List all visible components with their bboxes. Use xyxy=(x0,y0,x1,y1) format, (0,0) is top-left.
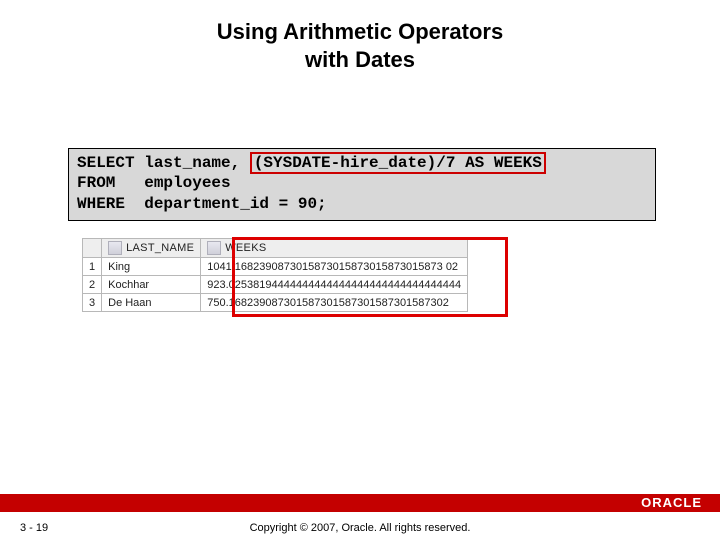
col-weeks-label: WEEKS xyxy=(225,242,266,254)
slide-title: Using Arithmetic Operators with Dates xyxy=(0,0,720,73)
cell-weeks: 1041.1682390873015873015873015873015873 … xyxy=(201,258,468,276)
row-number: 2 xyxy=(83,276,102,294)
oracle-logo: ORACLE xyxy=(641,494,702,512)
table-row: 1 King 1041.1682390873015873015873015873… xyxy=(83,258,468,276)
column-icon xyxy=(207,241,221,255)
table-row: 2 Kochhar 923.02538194444444444444444444… xyxy=(83,276,468,294)
cell-last-name: Kochhar xyxy=(102,276,201,294)
column-icon xyxy=(108,241,122,255)
row-number: 1 xyxy=(83,258,102,276)
header-row: LAST_NAME WEEKS xyxy=(83,239,468,258)
title-line-2: with Dates xyxy=(305,47,415,72)
row-number: 3 xyxy=(83,294,102,312)
cell-weeks: 923.025381944444444444444444444444444444… xyxy=(201,276,468,294)
code-highlight-expression: (SYSDATE-hire_date)/7 AS WEEKS xyxy=(250,152,546,174)
kw-select: SELECT xyxy=(77,154,135,172)
footer-bar: ORACLE xyxy=(0,494,720,512)
sql-code-box: SELECT last_name, (SYSDATE-hire_date)/7 … xyxy=(68,148,656,221)
copyright-text: Copyright © 2007, Oracle. All rights res… xyxy=(0,522,720,534)
code-after-select: last_name, xyxy=(135,154,250,172)
col-weeks: WEEKS xyxy=(201,239,468,258)
blank-header xyxy=(83,239,102,258)
table-row: 3 De Haan 750.16823908730158730158730158… xyxy=(83,294,468,312)
code-line-2: FROM employees xyxy=(77,174,231,192)
cell-weeks: 750.168239087301587301587301587301587302 xyxy=(201,294,468,312)
col-last-name: LAST_NAME xyxy=(102,239,201,258)
result-grid: LAST_NAME WEEKS 1 King 1041.168239087301… xyxy=(82,238,468,312)
code-line-3: WHERE department_id = 90; xyxy=(77,195,327,213)
result-table: LAST_NAME WEEKS 1 King 1041.168239087301… xyxy=(82,238,468,312)
col-last-name-label: LAST_NAME xyxy=(126,242,194,254)
cell-last-name: King xyxy=(102,258,201,276)
slide: Using Arithmetic Operators with Dates SE… xyxy=(0,0,720,540)
cell-last-name: De Haan xyxy=(102,294,201,312)
title-line-1: Using Arithmetic Operators xyxy=(217,19,503,44)
